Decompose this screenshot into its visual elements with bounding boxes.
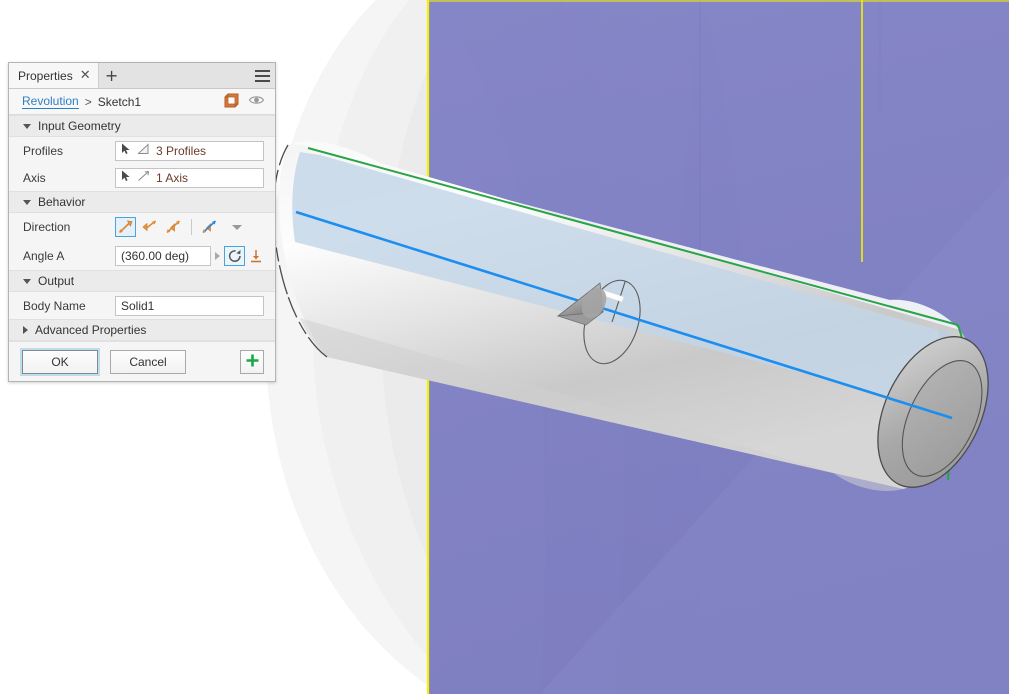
tab-properties-label: Properties: [18, 68, 73, 83]
body-name-value: Solid1: [121, 298, 155, 313]
section-header-behavior[interactable]: Behavior: [9, 191, 275, 213]
direction-two-sides[interactable]: [163, 217, 184, 237]
chevron-down-icon: [23, 123, 31, 129]
direction-label: Direction: [23, 220, 71, 234]
axis-selection-field[interactable]: 1 Axis: [115, 167, 264, 188]
plus-icon: +: [104, 66, 119, 85]
chevron-down-icon: [23, 199, 31, 205]
panel-tab-strip: Properties ✕ +: [9, 63, 275, 89]
section-title: Output: [38, 274, 75, 288]
direction-asymmetric[interactable]: [199, 217, 220, 237]
visibility-eye-icon[interactable]: [248, 94, 265, 109]
row-body-name: Body Name Solid1: [9, 292, 275, 319]
axis-value: 1 Axis: [156, 170, 189, 185]
row-direction: Direction: [9, 213, 275, 241]
breadcrumb-separator: >: [84, 94, 92, 109]
tab-properties[interactable]: Properties ✕: [9, 63, 99, 88]
add-feature-button[interactable]: [240, 349, 264, 374]
close-icon[interactable]: ✕: [80, 69, 91, 82]
direction-symmetric[interactable]: [139, 217, 160, 237]
profiles-value: 3 Profiles: [156, 143, 207, 158]
add-tab-button[interactable]: +: [99, 63, 125, 88]
cancel-button[interactable]: Cancel: [110, 349, 186, 374]
tab-strip-spacer: [125, 63, 249, 88]
angle-input[interactable]: (360.00 deg): [115, 245, 211, 266]
section-title: Behavior: [38, 195, 86, 209]
axis-label: Axis: [23, 170, 46, 185]
row-angle: Angle A (360.00 deg): [9, 241, 275, 270]
cursor-arrow-icon: [121, 143, 132, 158]
chevron-down-icon[interactable]: [232, 224, 242, 230]
direction-option-group: [115, 217, 242, 237]
profiles-label: Profiles: [23, 143, 64, 158]
breadcrumb-parent-link[interactable]: Revolution: [22, 94, 79, 109]
section-header-input-geometry[interactable]: Input Geometry: [9, 115, 275, 137]
ok-button[interactable]: OK: [22, 349, 98, 374]
breadcrumb: Revolution > Sketch1: [9, 89, 275, 115]
dialog-footer: OK Cancel: [9, 341, 275, 381]
properties-panel: Properties ✕ + Revolution > Sketch1 Inpu…: [8, 62, 276, 382]
chevron-down-icon: [23, 278, 31, 284]
angle-value: (360.00 deg): [121, 248, 190, 263]
application-window: Properties ✕ + Revolution > Sketch1 Inpu…: [0, 0, 1009, 694]
section-title: Advanced Properties: [35, 323, 147, 337]
direction-one-side[interactable]: [115, 217, 136, 237]
direction-divider: [191, 219, 192, 235]
hamburger-menu-icon[interactable]: [249, 63, 275, 88]
section-header-advanced-properties[interactable]: Advanced Properties: [9, 319, 275, 341]
expand-arrow-icon[interactable]: [211, 251, 224, 260]
body-name-label: Body Name: [23, 298, 86, 313]
row-axis: Axis 1 Axis: [9, 164, 275, 191]
green-plus-icon: [245, 353, 260, 371]
section-header-output[interactable]: Output: [9, 270, 275, 292]
body-name-input[interactable]: Solid1: [115, 295, 264, 316]
chevron-right-icon: [23, 326, 28, 334]
flip-direction-icon[interactable]: [245, 246, 266, 266]
orange-cube-icon[interactable]: [224, 93, 239, 111]
profile-face-icon: [137, 143, 151, 158]
full-revolution-icon[interactable]: [224, 245, 245, 266]
hamburger-line: [254, 74, 270, 77]
breadcrumb-current: Sketch1: [97, 94, 142, 109]
hamburger-line: [254, 79, 270, 82]
hamburger-line: [254, 69, 270, 72]
profiles-selection-field[interactable]: 3 Profiles: [115, 140, 264, 161]
section-title: Input Geometry: [38, 119, 121, 133]
axis-line-icon: [137, 170, 151, 185]
angle-label: Angle A: [23, 248, 65, 263]
cursor-arrow-icon: [121, 170, 132, 185]
row-profiles: Profiles 3 Profiles: [9, 137, 275, 164]
